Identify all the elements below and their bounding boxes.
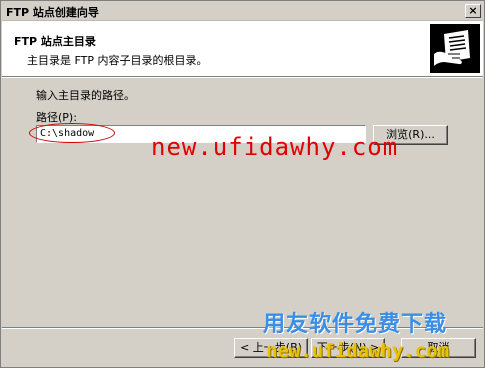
footer-divider — [2, 327, 483, 329]
title-bar[interactable]: FTP 站点创建向导 × — [2, 2, 483, 21]
wizard-header: FTP 站点主目录 主目录是 FTP 内容子目录的根目录。 — [2, 21, 483, 76]
path-input[interactable]: C:\shadow — [36, 125, 366, 143]
cancel-button[interactable]: 取消 — [401, 338, 476, 358]
watermark-brand-cn: 用友软件免费下载 — [263, 312, 448, 337]
close-icon: × — [468, 4, 478, 17]
next-button[interactable]: 下一步(N) > — [311, 338, 385, 358]
path-label-text: 路径 — [36, 111, 58, 124]
ftp-site-wizard-dialog: FTP 站点创建向导 × FTP 站点主目录 主目录是 FTP 内容子目录的根目… — [0, 0, 485, 368]
close-button[interactable]: × — [465, 4, 481, 18]
path-prompt: 输入主目录的路径。 — [36, 89, 135, 102]
back-button[interactable]: < 上一步(B) — [234, 338, 308, 358]
page-title: FTP 站点主目录 — [14, 35, 96, 48]
window-title: FTP 站点创建向导 — [6, 6, 99, 19]
path-label-accesskey: (P): — [58, 111, 77, 124]
browse-button[interactable]: 浏览(R)... — [373, 125, 448, 145]
header-divider — [2, 76, 483, 78]
path-label: 路径(P): — [36, 109, 77, 125]
wizard-hand-document-icon — [430, 24, 480, 73]
page-subtitle: 主目录是 FTP 内容子目录的根目录。 — [27, 54, 208, 67]
